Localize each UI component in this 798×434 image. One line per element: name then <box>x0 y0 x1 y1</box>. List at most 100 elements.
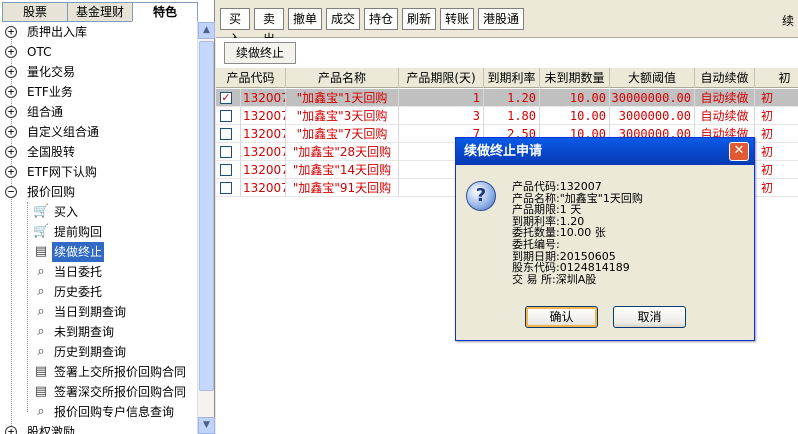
magnifier-icon: ⌕ <box>37 404 45 419</box>
tree-child-renew-terminate[interactable]: ▤ 续做终止 <box>0 242 197 262</box>
tree-child-history-orders[interactable]: ⌕ 历史委托 <box>0 282 197 302</box>
dialog-title-bar[interactable]: 续做终止申请 ✕ <box>456 138 754 165</box>
cell-name: "加鑫宝"3天回购 <box>286 107 399 125</box>
row-checkbox[interactable] <box>220 164 232 176</box>
trades-button[interactable]: 成交 <box>326 8 360 30</box>
tree-child-early-repurchase[interactable]: 🛒 提前购回 <box>0 222 197 242</box>
renew-terminate-button[interactable]: 续做终止 <box>224 42 296 64</box>
tree-item-label: 质押出入库 <box>27 25 88 39</box>
expand-icon[interactable]: + <box>5 86 17 98</box>
cell-code: 132007 <box>241 125 286 143</box>
header-unmatured-qty[interactable]: 未到期数量 <box>540 68 610 88</box>
tree-scrollbar[interactable]: ▲ ▼ <box>197 22 215 434</box>
cell-extra: 初 <box>755 107 798 125</box>
cancel-order-button[interactable]: 撤单 <box>288 8 322 30</box>
confirm-button[interactable]: 确认 <box>525 306 598 328</box>
expand-icon[interactable]: + <box>5 106 17 118</box>
cell-code: 132007 <box>241 89 286 107</box>
tree-item-label: 未到期查询 <box>54 325 115 339</box>
scroll-thumb[interactable] <box>199 41 214 391</box>
tree-child-today-orders[interactable]: ⌕ 当日委托 <box>0 262 197 282</box>
cell-term: 3 <box>399 107 484 125</box>
cancel-button[interactable]: 取消 <box>613 306 686 328</box>
cart-icon: 🛒 <box>33 204 50 219</box>
tree-child-unmatured[interactable]: ⌕ 未到期查询 <box>0 322 197 342</box>
header-threshold[interactable]: 大额阈值 <box>610 68 695 88</box>
table-row[interactable]: ✓ 132007 "加鑫宝"1天回购 1 1.20 10.00 30000000… <box>216 89 798 107</box>
scroll-up-icon[interactable]: ▲ <box>198 22 215 39</box>
tree-item-label: 历史到期查询 <box>54 345 127 359</box>
row-checkbox[interactable] <box>220 182 232 194</box>
header-extra[interactable]: 初 <box>755 68 798 88</box>
tree-child-account-info[interactable]: ⌕ 报价回购专户信息查询 <box>0 402 197 422</box>
header-auto-renew[interactable]: 自动续做 <box>695 68 755 88</box>
header-rate[interactable]: 到期利率 <box>484 68 540 88</box>
scroll-down-icon[interactable]: ▼ <box>198 417 215 434</box>
toolbar: 买入 卖出 撤单 成交 持仓 刷新 转账 港股通 续 <box>216 0 798 46</box>
expand-icon[interactable]: + <box>5 166 17 178</box>
cell-auto-renew: 自动续做 <box>695 89 755 107</box>
sell-button[interactable]: 卖出 <box>254 8 284 46</box>
positions-button[interactable]: 持仓 <box>364 8 398 30</box>
cell-extra: 初 <box>755 89 798 107</box>
magnifier-icon: ⌕ <box>37 264 45 279</box>
cell-extra: 初 <box>755 143 798 161</box>
expand-icon[interactable]: + <box>5 46 17 58</box>
detail-exchange: 交 易 所:深圳A股 <box>512 272 597 286</box>
cell-threshold: 30000000.00 <box>610 89 695 107</box>
row-checkbox[interactable] <box>220 146 232 158</box>
tree-item-label: ETF业务 <box>27 85 73 99</box>
cell-code: 132007 <box>241 107 286 125</box>
tree-child-history-maturity[interactable]: ⌕ 历史到期查询 <box>0 342 197 362</box>
cell-extra: 初 <box>755 179 798 197</box>
tree-child-today-maturity[interactable]: ⌕ 当日到期查询 <box>0 302 197 322</box>
expand-icon[interactable]: + <box>5 126 17 138</box>
cell-extra: 初 <box>755 125 798 143</box>
expand-icon[interactable]: + <box>5 66 17 78</box>
row-checkbox[interactable] <box>220 110 232 122</box>
row-check-cell <box>216 125 241 143</box>
tree-item-label: 续做终止 <box>52 242 105 262</box>
table-row[interactable]: 132007 "加鑫宝"3天回购 3 1.80 10.00 3000000.00… <box>216 107 798 125</box>
tree-item-label: 报价回购专户信息查询 <box>54 405 175 419</box>
transfer-button[interactable]: 转账 <box>440 8 474 30</box>
header-product-code[interactable]: 产品代码 <box>216 68 286 88</box>
cell-name: "加鑫宝"28天回购 <box>286 143 399 161</box>
cell-rate: 1.80 <box>484 107 540 125</box>
tree-child-sign-szse-contract[interactable]: ▤ 签署深交所报价回购合同 <box>0 382 197 402</box>
tree-item-label: 股权激励 <box>27 425 76 434</box>
tree-item-label: ETF网下认购 <box>27 165 97 179</box>
expand-icon[interactable]: + <box>5 26 17 38</box>
tree-child-buy[interactable]: 🛒 买入 <box>0 202 197 222</box>
action-bar: 续做终止 <box>216 38 798 68</box>
refresh-button[interactable]: 刷新 <box>402 8 436 30</box>
hk-connect-button[interactable]: 港股通 <box>478 8 524 30</box>
magnifier-icon: ⌕ <box>37 324 45 339</box>
row-check-cell <box>216 179 241 197</box>
tab-funds[interactable]: 基金理财 <box>67 2 132 22</box>
tab-stocks[interactable]: 股票 <box>2 2 67 22</box>
document-icon: ▤ <box>34 244 48 259</box>
document-icon: ▤ <box>34 364 48 379</box>
row-checkbox[interactable]: ✓ <box>220 92 232 104</box>
tree-item-label: 当日委托 <box>54 265 103 279</box>
cell-qty: 10.00 <box>540 89 610 107</box>
buy-button[interactable]: 买入 <box>220 8 250 46</box>
tree-child-sign-sse-contract[interactable]: ▤ 签署上交所报价回购合同 <box>0 362 197 382</box>
detail-product-code: 产品代码:132007 <box>512 180 602 193</box>
toolbar-right-text: 续 <box>781 14 794 28</box>
detail-order-number: 委托编号: <box>512 237 560 251</box>
expand-icon[interactable]: + <box>5 426 17 434</box>
header-product-name[interactable]: 产品名称 <box>286 68 399 88</box>
tree-item-label: 签署深交所报价回购合同 <box>54 385 187 399</box>
tab-special[interactable]: 特色 <box>132 2 198 22</box>
nav-tree: + 质押出入库 + OTC + 量化交易 + ETF业务 + 组合通 + 自定义… <box>0 22 197 434</box>
cell-name: "加鑫宝"7天回购 <box>286 125 399 143</box>
row-checkbox[interactable] <box>220 128 232 140</box>
tree-item-label: 全国股转 <box>27 145 76 159</box>
expand-icon[interactable]: + <box>5 146 17 158</box>
collapse-icon[interactable]: − <box>5 186 17 198</box>
close-icon[interactable]: ✕ <box>729 142 749 161</box>
cell-code: 132007 <box>241 179 286 197</box>
header-product-term[interactable]: 产品期限(天) <box>399 68 484 88</box>
